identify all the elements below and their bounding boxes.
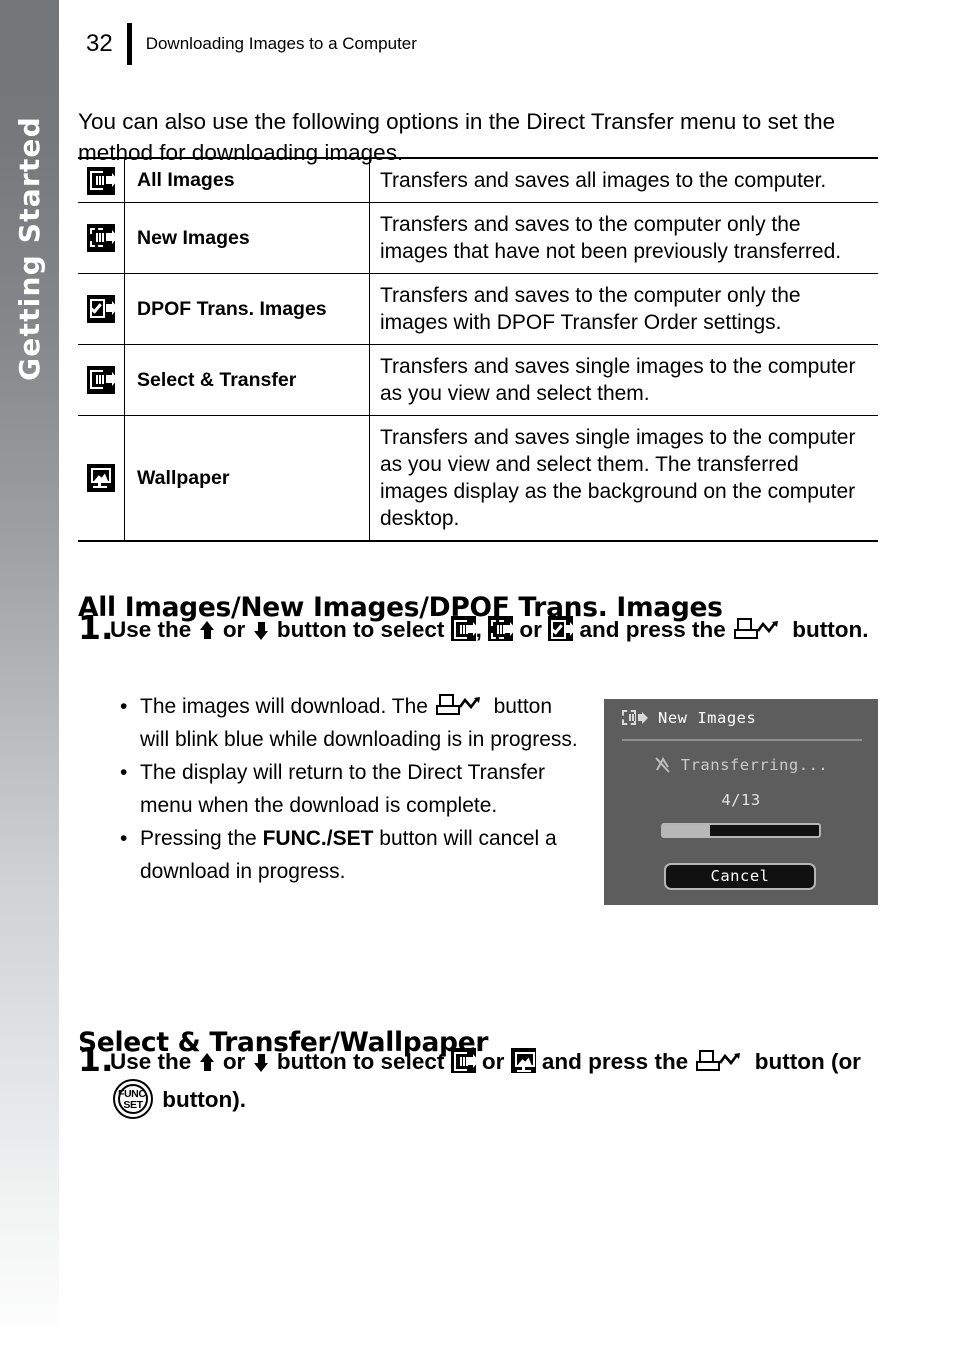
transfer-options-table: All Images Transfers and saves all image…	[78, 157, 878, 542]
option-name: New Images	[124, 202, 370, 274]
table-row: DPOF Trans. Images Transfers and saves t…	[78, 273, 878, 345]
print-share-button-icon	[696, 1049, 746, 1075]
step-text-part: button).	[162, 1087, 246, 1112]
lcd-status-text: Transferring...	[680, 756, 829, 774]
row-icon-cell	[78, 157, 125, 203]
option-name: Select & Transfer	[124, 344, 370, 416]
print-share-button-icon	[734, 617, 784, 643]
lcd-transfer-count: 4/13	[721, 791, 761, 809]
notes-bullet-list: The images will download. The button wil…	[118, 690, 578, 888]
step-text-part: and press the	[579, 617, 726, 642]
option-description: Transfers and saves single images to the…	[369, 415, 878, 542]
transfer-all-images-icon	[87, 166, 118, 195]
step-text-part: button.	[792, 617, 869, 642]
row-icon-cell	[78, 273, 125, 345]
step-text-part: or	[222, 1049, 246, 1074]
wave-arrow-icon	[458, 697, 480, 710]
transfer-wallpaper-icon	[510, 1048, 536, 1073]
step-text-part: or	[222, 617, 246, 642]
list-item: The display will return to the Direct Tr…	[118, 756, 578, 822]
func-set-button-icon: FUNC. SET	[113, 1079, 153, 1119]
camera-lcd-screenshot: New Images Transferring... 4/13 Cancel	[604, 699, 878, 905]
page-header: 32 Downloading Images to a Computer	[86, 22, 417, 66]
page-title: Downloading Images to a Computer	[145, 34, 417, 53]
step-number: 1.	[78, 1040, 114, 1079]
step-text-part: button to select	[276, 617, 445, 642]
header-divider-rule	[126, 23, 132, 65]
option-description: Transfers and saves to the computer only…	[369, 202, 878, 274]
step-text-part: or	[519, 617, 542, 642]
down-arrow-button-icon	[253, 1054, 269, 1072]
row-icon-cell	[78, 202, 125, 274]
list-item: Pressing the FUNC./SET button will cance…	[118, 822, 578, 888]
transfer-select-icon	[450, 1048, 479, 1073]
option-description: Transfers and saves single images to the…	[369, 344, 878, 416]
option-description: Transfers and saves to the computer only…	[369, 273, 878, 345]
up-arrow-button-icon	[199, 1053, 215, 1071]
lcd-progress-bar	[661, 823, 821, 838]
row-icon-cell	[78, 344, 125, 416]
print-share-button-icon	[435, 693, 486, 719]
bullet-text: The display will return to the Direct Tr…	[140, 761, 545, 817]
lcd-divider	[622, 739, 862, 741]
table-row: New Images Transfers and saves to the co…	[78, 202, 878, 274]
lcd-title: New Images	[658, 709, 757, 727]
func-set-bottom-label: SET	[123, 1099, 143, 1111]
option-name: All Images	[124, 157, 370, 203]
transferring-icon	[654, 756, 671, 774]
func-set-label: FUNC./SET	[262, 827, 374, 850]
wave-arrow-icon	[719, 1053, 741, 1066]
step-1-all-images: 1. Use the or button to select , or and …	[78, 608, 878, 647]
section-tab-label: Getting Started	[13, 116, 46, 381]
option-description: Transfers and saves all images to the co…	[369, 157, 878, 203]
bullet-text: Pressing the	[140, 827, 257, 850]
step-1-select-transfer: 1. Use the or button to select or and pr…	[78, 1040, 878, 1119]
step-text-part: or	[481, 1049, 505, 1074]
down-arrow-button-icon	[253, 622, 269, 640]
transfer-wallpaper-icon	[87, 464, 115, 492]
transfer-all-images-icon	[450, 616, 479, 641]
list-item: The images will download. The button wil…	[118, 690, 578, 756]
step-text-part: and press the	[541, 1049, 689, 1074]
step-text-part: Use the	[110, 617, 192, 642]
option-name: DPOF Trans. Images	[124, 273, 370, 345]
bullet-text: The images will download. The	[140, 695, 428, 718]
transfer-dpof-images-icon	[548, 616, 577, 641]
wave-arrow-icon	[757, 621, 778, 634]
section-tab-getting-started: Getting Started	[0, 0, 59, 1345]
step-number: 1.	[78, 608, 114, 647]
transfer-new-images-icon	[488, 616, 517, 641]
transfer-new-images-icon	[87, 224, 118, 252]
step-text-part: button to select	[276, 1049, 445, 1074]
up-arrow-button-icon	[199, 621, 215, 639]
page-number: 32	[86, 30, 113, 57]
transfer-dpof-images-icon	[87, 295, 118, 323]
option-name: Wallpaper	[124, 415, 370, 542]
new-images-transfer-icon	[622, 709, 648, 727]
step-text-part: Use the	[110, 1049, 192, 1074]
lcd-cancel-button[interactable]: Cancel	[664, 863, 816, 890]
table-row: All Images Transfers and saves all image…	[78, 157, 878, 203]
step-instruction: Use the or button to select , or and pre…	[106, 612, 878, 647]
lcd-progress-fill	[663, 825, 710, 836]
table-row: Wallpaper Transfers and saves single ima…	[78, 415, 878, 542]
lcd-status-row: Transferring...	[604, 756, 878, 774]
table-row: Select & Transfer Transfers and saves si…	[78, 344, 878, 416]
lcd-title-row: New Images	[622, 709, 756, 727]
step-instruction: Use the or button to select or and press…	[106, 1044, 878, 1119]
row-icon-cell	[78, 415, 125, 542]
step-text-part: button (or	[754, 1049, 861, 1074]
transfer-select-icon	[87, 366, 118, 394]
